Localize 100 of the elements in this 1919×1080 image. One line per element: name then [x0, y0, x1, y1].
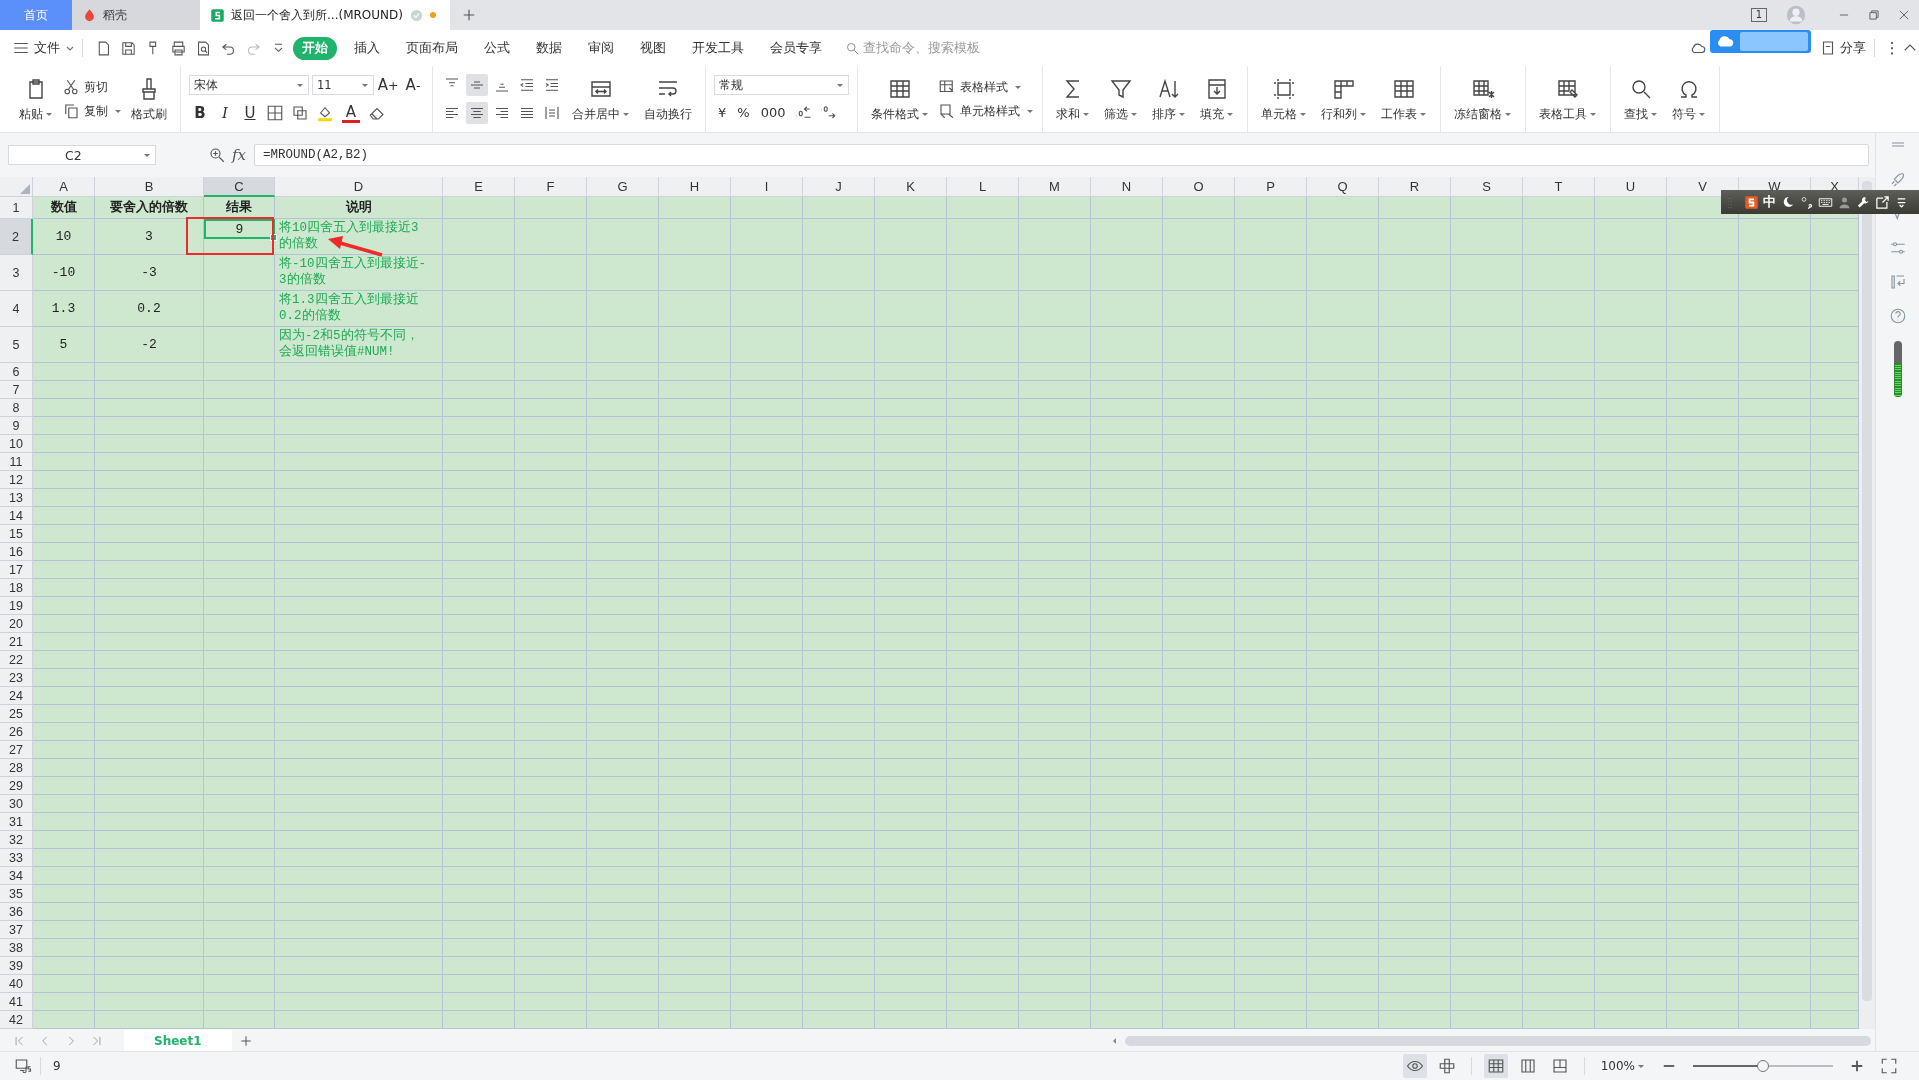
ribbon-button[interactable]: 排序	[1147, 72, 1191, 126]
ribbon-tab[interactable]: 审阅	[579, 36, 623, 60]
column-header[interactable]: U	[1595, 177, 1667, 197]
ribbon-button[interactable]: 求和	[1051, 72, 1095, 126]
row-header[interactable]: 33	[0, 849, 33, 867]
ribbon-tab[interactable]: 视图	[631, 36, 675, 60]
row-header[interactable]: 11	[0, 453, 33, 471]
table-cell[interactable]: 9	[204, 219, 275, 239]
ribbon-button[interactable]: 自动换行	[639, 72, 697, 126]
ribbon-button[interactable]: 筛选	[1099, 72, 1143, 126]
column-header[interactable]: V	[1667, 177, 1739, 197]
row-header[interactable]: 6	[0, 363, 33, 381]
row-header[interactable]: 32	[0, 831, 33, 849]
ribbon-tab[interactable]: 页面布局	[397, 36, 467, 60]
row-header[interactable]: 19	[0, 597, 33, 615]
row-header[interactable]: 10	[0, 435, 33, 453]
row-header[interactable]: 35	[0, 885, 33, 903]
column-header[interactable]: R	[1379, 177, 1451, 197]
column-header[interactable]: L	[947, 177, 1019, 197]
table-cell[interactable]: 结果	[204, 197, 275, 219]
zoom-icon[interactable]	[208, 146, 226, 164]
column-header[interactable]: A	[33, 177, 95, 197]
ribbon-button[interactable]: 冻结窗格	[1449, 72, 1517, 126]
ribbon-button[interactable]: 单元格样式	[938, 102, 1034, 120]
table-cell[interactable]: 要舍入的倍数	[95, 197, 204, 219]
row-header[interactable]: 22	[0, 651, 33, 669]
document-tab[interactable]: 稻壳	[72, 0, 200, 30]
column-header[interactable]: K	[875, 177, 947, 197]
row-header[interactable]: 15	[0, 525, 33, 543]
row-header[interactable]: 24	[0, 687, 33, 705]
column-header[interactable]: M	[1019, 177, 1091, 197]
restore-icon[interactable]	[1867, 8, 1881, 22]
row-header[interactable]: 12	[0, 471, 33, 489]
sliders-icon[interactable]	[1888, 239, 1907, 257]
font-name-select[interactable]: 宋体	[189, 75, 309, 95]
ribbon-button[interactable]: 行和列	[1316, 72, 1372, 126]
column-header[interactable]: Q	[1307, 177, 1379, 197]
column-header[interactable]: T	[1523, 177, 1595, 197]
document-tab[interactable]: 返回一个舍入到所...(MROUND)	[200, 0, 450, 30]
ribbon-button[interactable]: 条件格式	[866, 72, 934, 126]
vertical-scrollbar[interactable]	[1859, 177, 1875, 1029]
row-header[interactable]: 18	[0, 579, 33, 597]
ribbon-button[interactable]: 单元格	[1256, 72, 1312, 126]
row-header[interactable]: 27	[0, 741, 33, 759]
ribbon-tab[interactable]: 开发工具	[683, 36, 753, 60]
ribbon-button[interactable]: 表格样式	[938, 78, 1034, 96]
align-middle-icon[interactable]	[466, 74, 488, 96]
row-header[interactable]: 23	[0, 669, 33, 687]
avatar[interactable]	[1785, 4, 1807, 26]
punctuation-icon[interactable]	[1799, 194, 1814, 210]
ribbon-button[interactable]: 表格工具	[1534, 72, 1602, 126]
column-header[interactable]: J	[803, 177, 875, 197]
row-header[interactable]: 17	[0, 561, 33, 579]
row-header[interactable]: 25	[0, 705, 33, 723]
format-button[interactable]: B	[189, 102, 211, 124]
horizontal-scrollbar[interactable]	[1111, 1034, 1871, 1048]
row-header[interactable]: 8	[0, 399, 33, 417]
row-header[interactable]: 9	[0, 417, 33, 435]
column-header[interactable]: E	[443, 177, 515, 197]
print-icon[interactable]	[170, 39, 187, 57]
format-painter-button[interactable]: 格式刷	[126, 72, 172, 126]
row-header[interactable]: 26	[0, 723, 33, 741]
table-cell[interactable]: 1.3	[33, 291, 95, 327]
first-sheet-icon[interactable]	[12, 1034, 26, 1048]
ribbon-button[interactable]: 合并居中	[567, 72, 635, 126]
row-header[interactable]: 40	[0, 975, 33, 993]
close-icon[interactable]	[1897, 8, 1911, 22]
normal-view-icon[interactable]	[1483, 1054, 1508, 1078]
last-sheet-icon[interactable]	[90, 1034, 104, 1048]
align-center-icon[interactable]	[466, 102, 488, 124]
column-header[interactable]: P	[1235, 177, 1307, 197]
table-cell[interactable]: -10	[33, 255, 95, 291]
format-button[interactable]: I	[214, 102, 236, 124]
ribbon-tab[interactable]: 数据	[527, 36, 571, 60]
ribbon-tab[interactable]: 会员专享	[761, 36, 831, 60]
row-header[interactable]: 1	[0, 197, 33, 219]
ribbon-button[interactable]: 剪切	[62, 78, 122, 96]
column-header[interactable]: I	[731, 177, 803, 197]
column-header[interactable]: O	[1163, 177, 1235, 197]
ribbon-button[interactable]: 查找	[1619, 72, 1663, 126]
number-format-select[interactable]: 常规	[714, 75, 849, 95]
row-header[interactable]: 42	[0, 1011, 33, 1029]
table-cell[interactable]: 说明	[275, 197, 443, 219]
file-menu[interactable]: 文件	[12, 39, 74, 57]
font-size-select[interactable]: 11	[312, 75, 374, 95]
table-cell[interactable]: 数值	[33, 197, 95, 219]
table-cell[interactable]: 5	[33, 327, 95, 363]
row-header[interactable]: 7	[0, 381, 33, 399]
scroll-left-icon[interactable]	[1111, 1037, 1119, 1045]
number-format-button[interactable]: ¥	[714, 101, 731, 123]
row-header[interactable]: 28	[0, 759, 33, 777]
name-box[interactable]: C2	[8, 145, 156, 165]
font-color-button[interactable]: A	[342, 103, 360, 123]
column-header[interactable]: H	[659, 177, 731, 197]
save-icon[interactable]	[120, 39, 137, 57]
row-header[interactable]: 37	[0, 921, 33, 939]
number-format-button[interactable]: 000	[756, 101, 790, 123]
table-cell[interactable]: -3	[95, 255, 204, 291]
column-header[interactable]: B	[95, 177, 204, 197]
help-icon[interactable]	[1888, 307, 1907, 325]
